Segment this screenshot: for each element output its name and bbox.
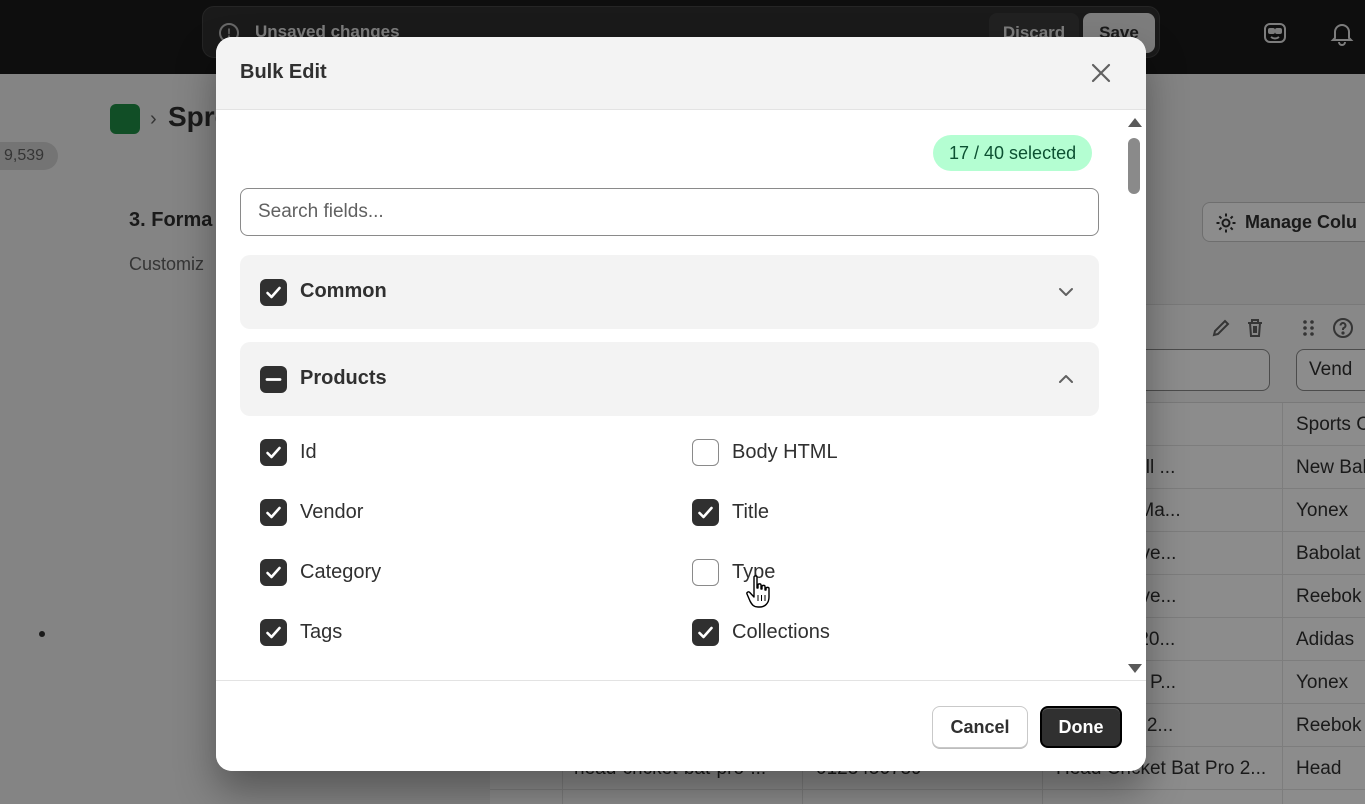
- field-id[interactable]: Id: [260, 439, 560, 469]
- close-icon[interactable]: [1088, 60, 1114, 86]
- field-label: Vendor: [300, 501, 364, 523]
- selected-count-badge: 17 / 40 selected: [933, 135, 1093, 171]
- field-label: Id: [300, 441, 317, 463]
- field-label: Collections: [732, 621, 830, 643]
- scrollbar[interactable]: [1124, 110, 1144, 680]
- checkbox-unchecked-icon[interactable]: [692, 439, 719, 466]
- checkbox-checked-icon[interactable]: [260, 619, 287, 646]
- checkbox-checked-icon[interactable]: [260, 559, 287, 586]
- field-category[interactable]: Category: [260, 559, 560, 589]
- chevron-down-icon[interactable]: [1056, 282, 1076, 302]
- field-title[interactable]: Title: [692, 499, 992, 529]
- checkbox-checked-icon[interactable]: [692, 499, 719, 526]
- search-fields-input[interactable]: [240, 188, 1099, 236]
- scroll-up-arrow-icon[interactable]: [1128, 118, 1142, 127]
- scrollbar-thumb[interactable]: [1128, 138, 1140, 194]
- group-label: Common: [300, 280, 387, 302]
- group-products[interactable]: Products: [240, 342, 1099, 416]
- modal-header: Bulk Edit: [216, 37, 1146, 110]
- field-label: Tags: [300, 621, 343, 643]
- hand-pointer-icon: [746, 575, 770, 608]
- checkbox-checked-icon[interactable]: [260, 439, 287, 466]
- modal-body: 17 / 40 selected Common Products Id Body…: [216, 110, 1146, 680]
- field-label: Title: [732, 501, 770, 523]
- chevron-up-icon[interactable]: [1056, 369, 1076, 389]
- field-body-html[interactable]: Body HTML: [692, 439, 992, 469]
- field-label: Body HTML: [732, 441, 838, 463]
- group-label: Products: [300, 367, 387, 389]
- modal-title: Bulk Edit: [240, 61, 327, 83]
- checkbox-checked-icon[interactable]: [260, 499, 287, 526]
- done-button[interactable]: Done: [1040, 706, 1122, 748]
- cancel-button[interactable]: Cancel: [932, 706, 1028, 748]
- scroll-down-arrow-icon[interactable]: [1128, 664, 1142, 673]
- field-vendor[interactable]: Vendor: [260, 499, 560, 529]
- checkbox-checked-icon[interactable]: [260, 279, 287, 306]
- field-label: Category: [300, 561, 382, 583]
- bulk-edit-modal: Bulk Edit 17 / 40 selected Common Produc…: [216, 37, 1146, 771]
- checkbox-unchecked-icon[interactable]: [692, 559, 719, 586]
- checkbox-indeterminate-icon[interactable]: [260, 366, 287, 393]
- field-tags[interactable]: Tags: [260, 619, 560, 649]
- checkbox-checked-icon[interactable]: [692, 619, 719, 646]
- group-common[interactable]: Common: [240, 255, 1099, 329]
- field-type[interactable]: Type: [692, 559, 992, 589]
- field-collections[interactable]: Collections: [692, 619, 992, 649]
- modal-footer: Cancel Done: [216, 680, 1146, 771]
